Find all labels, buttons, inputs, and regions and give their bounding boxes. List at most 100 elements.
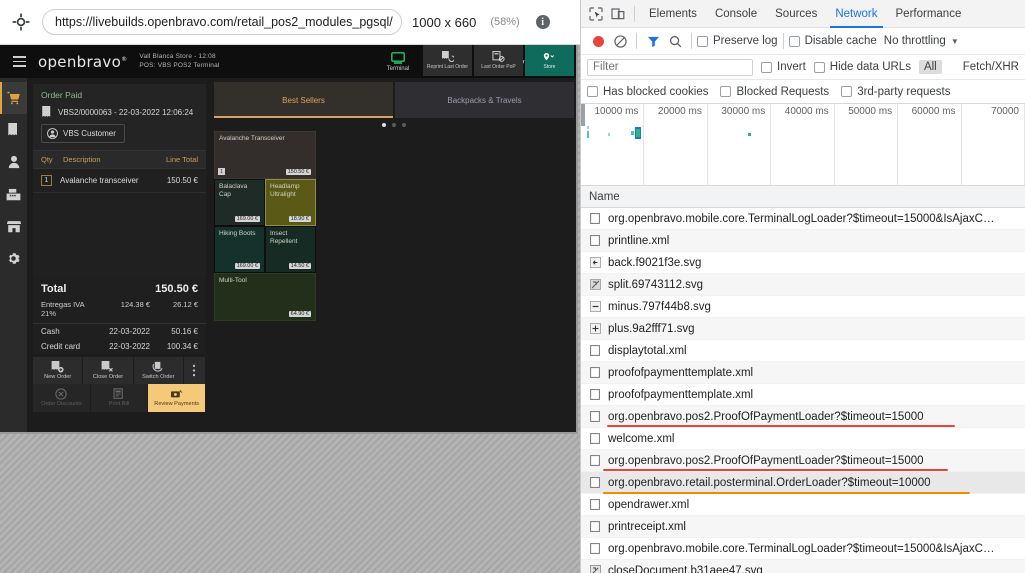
tab-console[interactable]: Console xyxy=(706,0,766,28)
table-row[interactable]: plus.9a2fff71.svg xyxy=(581,318,1025,340)
hide-data-urls-checkbox[interactable]: Hide data URLs xyxy=(814,61,911,73)
table-row[interactable]: proofofpaymenttemplate.xml xyxy=(581,384,1025,406)
line-qty: 1 xyxy=(41,175,52,186)
overview-tick: 30000 ms xyxy=(721,106,765,117)
product-tile[interactable]: Multi-Tool 64.90 € xyxy=(214,273,316,321)
inspect-element-icon[interactable] xyxy=(585,3,607,25)
product-tile[interactable]: Balaclava Cap 169.00 € xyxy=(214,179,265,226)
tab-best-sellers[interactable]: Best Sellers xyxy=(214,82,393,118)
filter-button[interactable] xyxy=(642,30,664,52)
product-name: Insect Repellent xyxy=(270,230,311,246)
page-dot[interactable] xyxy=(402,123,406,127)
has-blocked-cookies-label: Has blocked cookies xyxy=(603,86,708,98)
table-row[interactable]: back.f9021f3e.svg xyxy=(581,252,1025,274)
order-discounts-button[interactable]: Order Discounts xyxy=(33,384,91,412)
table-row[interactable]: displaytotal.xml xyxy=(581,340,1025,362)
sidebar-item-cashup[interactable] xyxy=(0,178,27,210)
print-bill-button[interactable]: Print Bill xyxy=(91,384,149,412)
record-button[interactable] xyxy=(587,30,609,52)
customer-chip[interactable]: VBS Customer xyxy=(41,124,125,143)
new-order-icon xyxy=(51,361,64,373)
close-order-button[interactable]: Close Order xyxy=(83,357,133,384)
request-name: org.openbravo.mobile.core.TerminalLogLoa… xyxy=(608,543,994,555)
monitor-icon xyxy=(391,52,405,65)
tax-row: Entregas IVA 21% 124.38 € 26.12 € xyxy=(33,298,206,324)
requests-column-header[interactable]: Name xyxy=(581,186,1025,208)
new-order-button[interactable]: New Order xyxy=(33,357,83,384)
request-name: org.openbravo.mobile.core.TerminalLogLoa… xyxy=(608,213,994,225)
page-dot[interactable] xyxy=(382,123,386,127)
payment-date: 22-03-2022 xyxy=(90,342,150,351)
search-button[interactable] xyxy=(664,30,686,52)
tab-sources[interactable]: Sources xyxy=(766,0,826,28)
request-name: minus.797f44b8.svg xyxy=(608,301,711,313)
info-icon[interactable]: i xyxy=(536,15,550,29)
table-row[interactable]: welcome.xml xyxy=(581,428,1025,450)
cashregister-icon xyxy=(6,188,21,201)
sidebar-item-receipts[interactable] xyxy=(0,114,27,146)
table-row[interactable]: printline.xml xyxy=(581,230,1025,252)
network-request-list[interactable]: org.openbravo.mobile.core.TerminalLogLoa… xyxy=(581,208,1025,573)
new-order-label: New Order xyxy=(44,374,71,380)
sidebar-item-cart[interactable] xyxy=(0,82,27,114)
network-overview-timeline[interactable]: 10000 ms 20000 ms 30000 ms 40000 ms xyxy=(581,104,1025,186)
tab-performance[interactable]: Performance xyxy=(887,0,971,28)
reprint-last-order-button[interactable]: Reprint Last Order xyxy=(423,45,472,76)
table-row[interactable]: minus.797f44b8.svg xyxy=(581,296,1025,318)
switch-order-button[interactable]: Switch Order xyxy=(134,357,184,384)
table-row[interactable]: org.openbravo.pos2.ProofOfPaymentLoader?… xyxy=(581,406,1025,428)
type-filter-fetch-xhr[interactable]: Fetch/XHR xyxy=(958,60,1024,74)
table-row[interactable]: opendrawer.xml xyxy=(581,494,1025,516)
preserve-log-checkbox[interactable]: Preserve log xyxy=(697,35,778,47)
product-tile[interactable]: Hiking Boots 169.00 € xyxy=(214,226,265,273)
product-tile[interactable]: Avalanche Transceiver 1 150.50 € xyxy=(214,131,316,179)
tab-backpacks-travels[interactable]: Backpacks & Travels xyxy=(395,82,574,118)
review-payments-button[interactable]: Review Payments xyxy=(148,384,206,412)
tab-network[interactable]: Network xyxy=(826,0,886,28)
blocked-requests-checkbox[interactable]: Blocked Requests xyxy=(720,86,829,98)
has-blocked-cookies-checkbox[interactable]: Has blocked cookies xyxy=(587,86,708,98)
request-name: plus.9a2fff71.svg xyxy=(608,323,695,335)
type-filter-all[interactable]: All xyxy=(919,60,942,74)
url-bar[interactable]: https://livebuilds.openbravo.com/retail_… xyxy=(42,9,402,35)
request-name: proofofpaymenttemplate.xml xyxy=(608,389,753,401)
third-party-requests-checkbox[interactable]: 3rd-party requests xyxy=(841,86,950,98)
overview-tick: 50000 ms xyxy=(848,106,892,117)
table-row[interactable]: proofofpaymenttemplate.xml xyxy=(581,362,1025,384)
table-row[interactable]: org.openbravo.retail.posterminal.OrderLo… xyxy=(581,472,1025,494)
table-row[interactable]: org.openbravo.mobile.core.TerminalLogLoa… xyxy=(581,538,1025,560)
table-row[interactable]: closeDocument.b31aee47.svg xyxy=(581,560,1025,573)
sidebar-item-customers[interactable] xyxy=(0,146,27,178)
catalog-page-dots xyxy=(212,123,576,127)
filter-input[interactable] xyxy=(587,59,753,76)
table-row[interactable]: org.openbravo.mobile.core.TerminalLogLoa… xyxy=(581,208,1025,230)
record-icon xyxy=(593,36,604,47)
product-tile[interactable]: Headlamp Ultralight 18.90 € xyxy=(265,179,316,226)
more-actions-button[interactable] xyxy=(184,357,206,384)
last-order-pop-button[interactable]: Last Order PoP xyxy=(474,45,523,76)
table-row[interactable]: split.69743112.svg xyxy=(581,274,1025,296)
store-selector-button[interactable]: Store xyxy=(525,45,574,76)
clear-button[interactable] xyxy=(609,30,631,52)
tax-base: 124.38 € xyxy=(98,300,150,318)
throttling-select[interactable]: No throttling xyxy=(884,35,946,47)
total-label: Total xyxy=(41,283,66,295)
sidebar-item-settings[interactable] xyxy=(0,242,27,274)
table-row[interactable]: org.openbravo.pos2.ProofOfPaymentLoader?… xyxy=(581,450,1025,472)
hamburger-menu-icon[interactable] xyxy=(6,56,32,67)
terminal-status-button[interactable]: Terminal xyxy=(375,52,421,72)
order-line-row[interactable]: 1 Avalanche transceiver 150.50 € xyxy=(33,169,206,193)
sidebar-item-store[interactable] xyxy=(0,210,27,242)
product-tile[interactable]: Insect Repellent 14.50 € xyxy=(265,226,316,273)
page-dot[interactable] xyxy=(392,123,396,127)
target-icon[interactable] xyxy=(10,11,32,33)
checkbox-box xyxy=(789,36,800,47)
device-toolbar-icon[interactable] xyxy=(607,3,629,25)
tax-label: Entregas IVA 21% xyxy=(41,300,98,318)
invert-checkbox[interactable]: Invert xyxy=(761,61,806,73)
chevron-down-icon[interactable]: ▼ xyxy=(951,37,959,46)
table-row[interactable]: printreceipt.xml xyxy=(581,516,1025,538)
order-document-row[interactable]: VBS2/0000063 - 22-03-2022 12:06:24 xyxy=(33,104,206,124)
disable-cache-checkbox[interactable]: Disable cache xyxy=(789,35,877,47)
tab-elements[interactable]: Elements xyxy=(640,0,706,28)
